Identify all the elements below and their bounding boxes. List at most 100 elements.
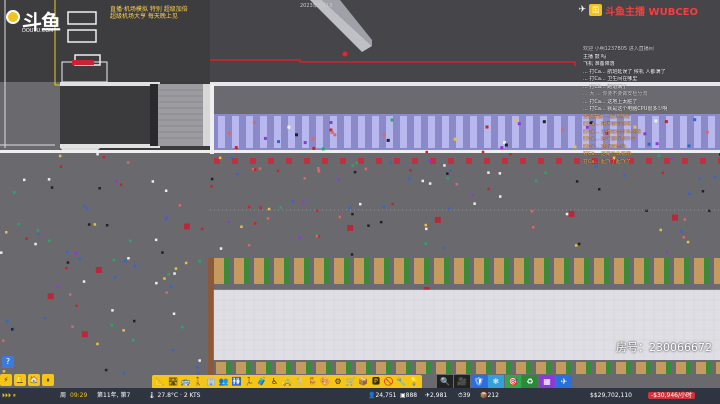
checkin-stripe <box>400 116 407 148</box>
view-tool-icon[interactable]: ♻ <box>522 375 538 389</box>
passenger <box>227 220 230 224</box>
toolbar-tool-icon[interactable]: 🔧 <box>395 375 408 389</box>
passenger <box>337 178 341 181</box>
passenger <box>504 143 508 147</box>
seat-row-green <box>486 362 491 374</box>
queue-marker <box>394 158 400 164</box>
passenger <box>311 137 315 141</box>
passenger <box>498 172 502 175</box>
hazard-strip <box>694 258 704 284</box>
money-rate-value: -$30,946/小时 <box>648 392 695 399</box>
passenger <box>514 118 518 122</box>
checkin-stripe <box>232 116 239 148</box>
toolbar-tool-icon[interactable]: 🧳 <box>256 375 269 389</box>
passenger <box>561 128 565 132</box>
view-tool-icon[interactable]: ▦ <box>539 375 555 389</box>
toolbar-tool-icon[interactable]: 🏢 <box>205 375 218 389</box>
passenger <box>127 257 130 260</box>
left-control-icon[interactable]: ⚡ <box>0 374 12 386</box>
left-control-icon[interactable]: ⏸ <box>42 374 54 386</box>
queue-lane <box>704 258 709 284</box>
passenger <box>425 227 428 231</box>
passenger <box>43 316 47 320</box>
left-control-icon[interactable]: 🔔 <box>14 374 26 386</box>
toolbar-tool-icon[interactable]: 🚻 <box>230 375 243 389</box>
toolbar-tool-icon[interactable]: 👥 <box>217 375 230 389</box>
plane-icon: ✈ <box>578 5 587 15</box>
toolbar-tool-icon[interactable]: 🪑 <box>306 375 319 389</box>
seat-row <box>216 362 226 374</box>
queue-lane <box>684 258 689 284</box>
stat-passengers-value: 24,751 <box>375 392 397 399</box>
toolbar-tool-icon[interactable]: 🚌 <box>179 375 192 389</box>
toolbar-tool-icon[interactable]: 🚫 <box>382 375 395 389</box>
checkin-stripe <box>414 116 421 148</box>
day-label: 周 <box>60 392 67 399</box>
passenger <box>75 304 78 308</box>
toolbar-tool-icon[interactable]: 🚕 <box>281 375 294 389</box>
hazard-strip <box>554 258 564 284</box>
passenger <box>517 122 521 126</box>
passenger <box>167 273 170 276</box>
view-tool-icon[interactable]: 🔍 <box>437 375 453 389</box>
checkin-stripe <box>358 116 365 148</box>
toolbar-tool-icon[interactable]: ⚙ <box>332 375 345 389</box>
queue-marker <box>448 158 454 164</box>
seat-row <box>496 362 506 374</box>
passenger <box>317 167 320 170</box>
passenger <box>165 291 168 294</box>
thermometer-icon: 🌡 <box>148 392 156 399</box>
passenger <box>93 223 97 226</box>
stream-title-line1: 直播·机场模拟 特别 超级加倍 <box>110 6 188 13</box>
passenger <box>163 277 166 280</box>
toolbar-tool-icon[interactable]: 🎨 <box>319 375 332 389</box>
toolbar-tool-icon[interactable]: ♿ <box>268 375 281 389</box>
queue-lane <box>544 258 549 284</box>
passenger <box>124 260 127 263</box>
passenger <box>453 137 457 141</box>
view-tool-icon[interactable]: 🎥 <box>454 375 470 389</box>
queue-marker <box>322 158 328 164</box>
toolbar-tool-icon[interactable]: 🏃 <box>243 375 256 389</box>
toolbar-tool-icon[interactable]: 📦 <box>357 375 370 389</box>
speed-controls[interactable]: ⏵⏵⏵ ⏸ <box>2 391 16 401</box>
toolbar-tool-icon[interactable]: 💡 <box>408 375 421 389</box>
toolbar-tool-icon[interactable]: 🚶 <box>192 375 205 389</box>
passenger <box>277 140 280 144</box>
passenger <box>266 217 270 220</box>
view-tool-icon[interactable]: 🛡 <box>471 375 487 389</box>
seat-row <box>236 362 246 374</box>
queue-lane <box>464 258 469 284</box>
passenger <box>338 215 341 219</box>
seat-row <box>336 362 346 374</box>
passenger <box>303 177 306 180</box>
hazard-strip <box>314 258 324 284</box>
toolbar-tool-icon[interactable]: 🛣 <box>167 375 180 389</box>
toolbar-tool-icon[interactable]: 🍴 <box>294 375 307 389</box>
view-tool-icon[interactable]: ❄ <box>488 375 504 389</box>
left-control-icon[interactable]: 🏠 <box>28 374 40 386</box>
passenger <box>36 229 40 232</box>
seat-row-green <box>646 362 651 374</box>
queue-lane <box>564 258 569 284</box>
toolbar-tool-icon[interactable]: 🅿 <box>370 375 383 389</box>
game-date: 第11年, 第7 <box>97 392 131 399</box>
toolbar-tool-icon[interactable]: 🛒 <box>344 375 357 389</box>
toolbar-tool-icon[interactable]: 📐 <box>154 375 167 389</box>
trash-bin <box>672 214 678 221</box>
passenger <box>425 150 428 154</box>
chat-message: ... 打Ca... 就是这个电脑CPU很多少啊 <box>583 106 668 112</box>
view-tool-icon[interactable]: 🎯 <box>505 375 521 389</box>
passenger <box>200 227 204 231</box>
help-button[interactable]: ? <box>2 356 14 368</box>
view-tool-icon[interactable]: ✈ <box>556 375 572 389</box>
passenger <box>287 125 291 129</box>
chat-message: 飞机 准备降落 <box>583 61 615 67</box>
chat-message: ... 大 ... 你要不要做安检分流 <box>583 91 648 97</box>
seat-row <box>436 362 446 374</box>
queue-lane <box>284 258 289 284</box>
room-number: 房号：230066672 <box>616 341 712 354</box>
passenger <box>279 206 282 209</box>
streamer-brand: ✈ 国 斗鱼主播 WUBCEO <box>578 3 698 18</box>
play-icon[interactable]: ⏵⏵⏵ ⏸ <box>2 392 16 399</box>
